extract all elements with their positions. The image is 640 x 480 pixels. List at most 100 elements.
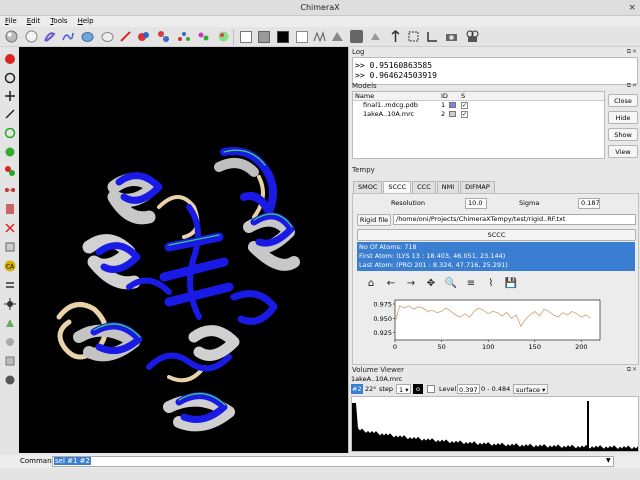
surface-blob-icon[interactable] [80,29,95,44]
bond-icon[interactable] [2,335,17,349]
style-select[interactable]: surface ▾ [513,384,549,394]
camera-view-icon[interactable] [368,29,383,44]
clip-icon[interactable] [2,240,17,254]
save-icon[interactable]: 💾 [503,278,519,290]
atoms-icon[interactable] [156,29,171,44]
sphere-icon[interactable] [4,29,19,44]
menu-edit[interactable]: Edit [22,16,46,27]
lighting-soft-icon[interactable] [349,29,364,44]
select-icon[interactable] [2,52,17,66]
sccc-run-button[interactable]: SCCC [357,229,636,241]
level-field[interactable]: 0.397 [457,384,480,394]
histogram-bars [352,401,638,451]
table-row[interactable]: final1..mdcg.pdb 1 ✓ [353,101,604,110]
view-button[interactable]: View [608,145,638,158]
rotate-mouse-icon[interactable] [2,71,17,85]
step-select[interactable]: 1 ▾ [396,384,412,394]
gray-bg-icon[interactable] [256,29,271,44]
pick-atom-icon[interactable] [2,164,17,178]
zoom-mouse-icon[interactable] [2,107,17,121]
rigid-file-button[interactable]: Rigid file [357,214,391,226]
ball-icon[interactable] [24,29,39,44]
stick-icon[interactable] [42,29,57,44]
pan-icon[interactable]: ✥ [423,278,439,290]
translate-icon[interactable] [2,89,17,103]
hide-button[interactable]: Hide [608,111,638,124]
model-color-swatch[interactable] [449,102,456,108]
chevron-down-icon[interactable]: ▼ [606,457,611,464]
move-atoms-icon[interactable] [2,297,17,311]
show-button[interactable]: Show [608,128,638,141]
rigid-file-path-field[interactable]: /home/oni/Projects/ChimeraXTempy/test/ri… [393,214,636,225]
rotate-z-icon[interactable] [2,126,17,140]
log-line: >> 0.95160863585 [355,61,433,70]
white-bg-icon[interactable] [238,29,253,44]
volume-histogram[interactable] [351,396,639,452]
close-button[interactable]: Close [608,94,638,107]
lighting-simple-icon[interactable] [312,29,327,44]
atom-info-list[interactable]: No Of Atoms: 718 First Atom: (LYS 13 : 1… [357,242,635,271]
fit-icon[interactable] [2,354,17,368]
swap-icon[interactable] [2,278,17,292]
color-icon[interactable] [2,145,17,159]
model-color-swatch[interactable] [449,111,456,117]
resolution-field[interactable]: 10.0 [465,198,487,209]
distance-icon[interactable] [2,183,17,197]
graphics-viewport[interactable] [19,47,348,453]
tug-icon[interactable] [2,373,17,387]
window-close-icon[interactable]: × [628,0,636,16]
home-icon[interactable]: ⌂ [363,278,379,290]
ca-label-icon[interactable]: CA [2,259,17,273]
list-item: First Atom: (LYS 13 : 18.403, 46.051, 23… [359,252,506,260]
protein-structure-rendering [56,147,300,432]
label-icon[interactable] [2,202,17,216]
zoom-rect-icon[interactable]: 🔍 [443,278,459,290]
ball-stick-icon[interactable] [176,29,191,44]
movie-icon[interactable] [465,29,480,44]
panel-float-close-icon[interactable]: ⧉✕ [627,47,638,57]
volume-color-icon[interactable]: o [413,384,423,394]
menu-help[interactable]: Help [73,16,99,27]
subplots-icon[interactable]: ≡ [463,278,479,290]
model-shown-checkbox[interactable]: ✓ [461,111,468,118]
black-bg-icon[interactable] [275,29,290,44]
sigma-field[interactable]: 0.187 [578,198,600,209]
model-shown-checkbox[interactable]: ✓ [461,102,468,109]
volume-model-id[interactable]: #2 [351,384,363,394]
level-range: 0 - 0.484 [481,385,511,393]
tab-smoc[interactable]: SMOC [353,181,383,193]
axes-edit-icon[interactable]: ⌇ [483,278,499,290]
forward-arrow-icon[interactable]: → [403,278,419,290]
level-label: Level [439,385,457,393]
menu-file[interactable]: File [0,16,22,27]
tab-difmap[interactable]: DIFMAP [460,181,495,193]
command-input[interactable]: sel #1 #2 [52,456,614,467]
contour-icon[interactable] [2,221,17,235]
map-values-icon[interactable] [2,316,17,330]
molecule-color-icon[interactable] [216,29,231,44]
table-row[interactable]: 1akeA..10A.mrc 2 ✓ [353,110,604,119]
tab-nmi[interactable]: NMI [436,181,460,193]
back-arrow-icon[interactable]: ← [383,278,399,290]
zoom-icon[interactable] [425,29,440,44]
menu-tools[interactable]: Tools [45,16,72,27]
models-title: Models [352,82,377,90]
hetero-icon[interactable] [196,29,211,44]
panel-float-close-icon[interactable]: ⧉✕ [627,81,638,91]
cartoon-icon[interactable] [118,29,133,44]
column-id[interactable]: ID [441,92,448,101]
ribbon-atoms-icon[interactable] [136,29,151,44]
rainbow-icon[interactable] [294,29,309,44]
panel-float-close-icon[interactable]: ⧉✕ [627,365,638,375]
level-checkbox[interactable] [427,385,435,393]
move-icon[interactable] [388,29,403,44]
wire-icon[interactable] [60,29,75,44]
rotate-icon[interactable] [406,29,421,44]
tab-ccc[interactable]: CCC [412,181,436,193]
lighting-full-icon[interactable] [330,29,345,44]
mesh-icon[interactable] [100,29,115,44]
column-shown[interactable]: S [461,92,465,101]
column-name[interactable]: Name [355,92,374,101]
snapshot-icon[interactable] [444,29,459,44]
y-tick-label: 0.950 [373,315,392,323]
